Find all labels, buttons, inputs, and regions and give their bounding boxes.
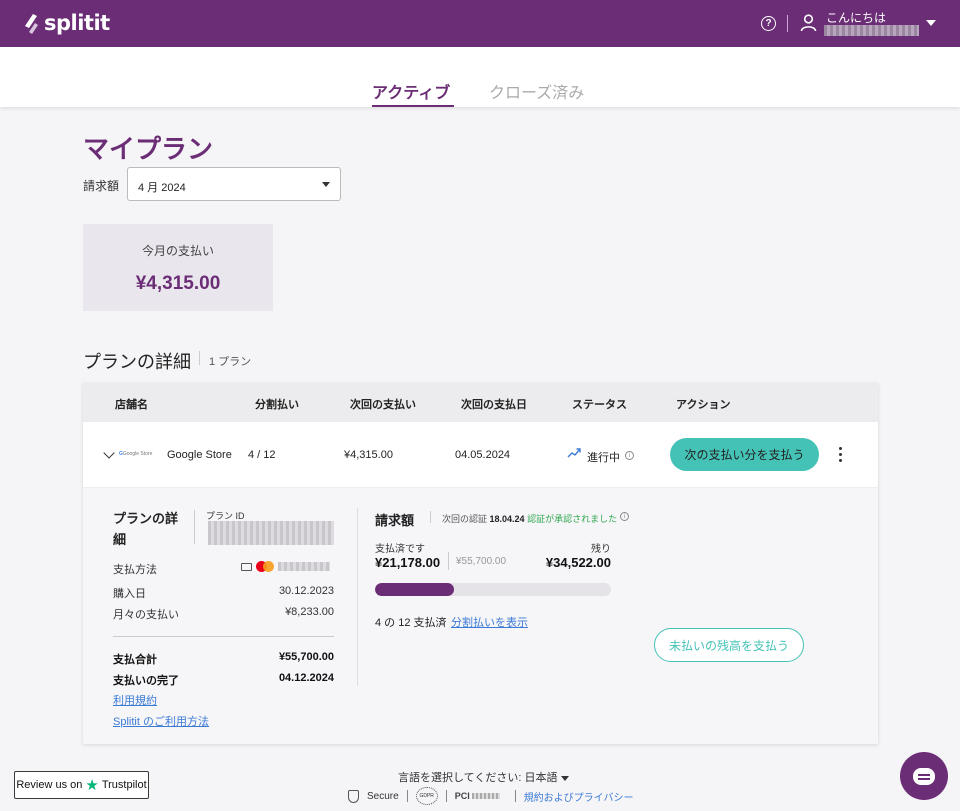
show-installments-link[interactable]: 分割払いを表示: [451, 614, 528, 630]
splitit-logo[interactable]: splitit: [22, 11, 110, 35]
top-nav-bar: splitit ? こんにちは: [0, 0, 960, 47]
remaining-value: ¥34,522.00: [546, 555, 611, 570]
plans-table: 店舗名 分割払い 次回の支払い 次回の支払日 ステータス アクション GGoog…: [83, 383, 878, 744]
column-header-action: アクション: [676, 396, 730, 412]
howto-link[interactable]: Splitit のご利用方法: [113, 713, 209, 729]
next-payment-value: ¥4,315.00: [344, 449, 393, 461]
payment-progress-fill: [375, 583, 454, 596]
status-value: 進行中: [587, 449, 620, 465]
footer-badges: Secure GDPR PCI 規約およびプライバシー: [348, 787, 634, 805]
plan-total-value: ¥55,700.00: [456, 556, 506, 567]
tab-bar: アクティブ クローズ済み: [0, 47, 960, 107]
language-text: 言語を選択してください: 日本語: [398, 772, 557, 784]
payment-method-icons: [241, 561, 330, 572]
tab-closed[interactable]: クローズ済み: [489, 79, 584, 103]
completion-value: 04.12.2024: [279, 672, 334, 684]
star-icon: ★: [85, 778, 98, 793]
payment-method-label: 支払方法: [113, 561, 157, 577]
gdpr-icon: GDPR: [416, 787, 438, 805]
plan-count: 1 プラン: [209, 353, 251, 369]
masked-card-number: [278, 562, 330, 571]
shield-icon: [348, 790, 359, 803]
heading-divider: [199, 351, 200, 365]
paid-value: ¥21,178.00: [375, 555, 440, 570]
chevron-down-icon: [322, 182, 330, 187]
chat-button[interactable]: [900, 752, 948, 800]
pay-remaining-balance-button[interactable]: 未払いの残高を支払う: [654, 628, 804, 662]
next-date-value: 04.05.2024: [455, 449, 510, 461]
plan-details-heading: プランの詳細: [83, 348, 191, 374]
tab-active[interactable]: アクティブ: [372, 79, 450, 103]
language-selector[interactable]: 言語を選択してください: 日本語: [398, 769, 569, 785]
footer-divider: [515, 790, 516, 802]
completion-label: 支払いの完了: [113, 672, 179, 688]
monthly-amount-value: ¥8,233.00: [285, 606, 334, 618]
trending-up-icon: [567, 447, 581, 459]
column-header-next-payment: 次回の支払い: [350, 396, 416, 412]
chevron-down-icon: [561, 776, 569, 781]
footer-divider: [446, 790, 447, 802]
total-value: ¥55,700.00: [279, 651, 334, 663]
google-store-logo: GGoogle Store: [119, 451, 152, 457]
billing-title: 請求額: [375, 510, 414, 529]
person-icon[interactable]: [800, 14, 817, 32]
active-tab-underline: [372, 105, 454, 107]
terms-link[interactable]: 利用規約: [113, 692, 157, 708]
masked-user-name: [824, 25, 919, 36]
more-options-icon[interactable]: [839, 447, 843, 463]
mastercard-icon: [256, 561, 274, 572]
detail-title: プランの詳細: [113, 508, 185, 550]
purchase-date-label: 購入日: [113, 585, 146, 601]
installments-value: 4 / 12: [248, 449, 276, 461]
monthly-amount-label: 月々の支払い: [113, 606, 179, 622]
pay-next-installment-button[interactable]: 次の支払い分を支払う: [670, 438, 819, 471]
paid-divider: [448, 552, 449, 570]
masked-plan-id: [208, 521, 334, 545]
column-header-installments: 分割払い: [255, 396, 299, 412]
column-divider: [357, 508, 358, 686]
pci-icon: PCI: [455, 789, 507, 803]
chevron-down-icon[interactable]: [103, 447, 114, 458]
billing-divider: [430, 511, 431, 523]
detail-hr: [113, 636, 334, 637]
question-circle-icon[interactable]: ?: [761, 16, 776, 31]
next-auth-info: 次回の認証 18.04.24 認証が承認されました: [442, 512, 617, 525]
billing-month-value: 4 月 2024: [138, 179, 186, 195]
footer-divider: [407, 790, 408, 802]
monthly-payment-amount: ¥4,315.00: [83, 273, 273, 295]
secure-label: Secure: [367, 791, 399, 802]
paid-label: 支払済です: [375, 540, 425, 555]
column-header-store: 店舗名: [115, 396, 148, 412]
monthly-payment-label: 今月の支払い: [83, 242, 273, 259]
chat-bubble-icon: [913, 768, 935, 785]
trustpilot-badge[interactable]: Review us on ★ Trustpilot: [14, 771, 149, 799]
terms-privacy-link[interactable]: 規約およびプライバシー: [524, 789, 634, 804]
purchase-date-value: 30.12.2023: [279, 585, 334, 597]
info-icon[interactable]: i: [620, 512, 629, 521]
user-greeting: こんにちは: [826, 9, 886, 26]
detail-divider: [194, 510, 195, 544]
total-label: 支払合計: [113, 651, 157, 667]
page-title: マイプラン: [83, 129, 213, 166]
payment-progress-bar: [375, 583, 611, 596]
credit-card-icon: [241, 563, 252, 571]
remaining-label: 残り: [591, 540, 611, 555]
table-header: 店舗名 分割払い 次回の支払い 次回の支払日 ステータス アクション: [83, 383, 878, 422]
table-row[interactable]: GGoogle Store Google Store 4 / 12 ¥4,315…: [83, 422, 878, 488]
trustpilot-brand: Trustpilot: [102, 779, 147, 791]
store-name: Google Store: [167, 449, 232, 461]
header-divider: [787, 15, 788, 32]
trustpilot-prefix: Review us on: [16, 779, 82, 791]
logo-text: splitit: [44, 11, 110, 35]
splitit-mark-icon: [22, 12, 40, 34]
chevron-down-icon[interactable]: [926, 20, 936, 26]
column-header-next-date: 次回の支払日: [461, 396, 527, 412]
monthly-payment-card: 今月の支払い ¥4,315.00: [83, 224, 273, 311]
plan-detail-panel: プランの詳細 プラン ID 支払方法 購入日 30.12.2023 月々の支払い…: [83, 488, 878, 744]
column-header-status: ステータス: [572, 396, 627, 412]
billing-filter-label: 請求額: [83, 177, 119, 194]
billing-month-select[interactable]: 4 月 2024: [127, 167, 341, 201]
installments-paid-count: 4 の 12 支払済: [375, 614, 447, 630]
info-icon[interactable]: i: [625, 451, 634, 460]
